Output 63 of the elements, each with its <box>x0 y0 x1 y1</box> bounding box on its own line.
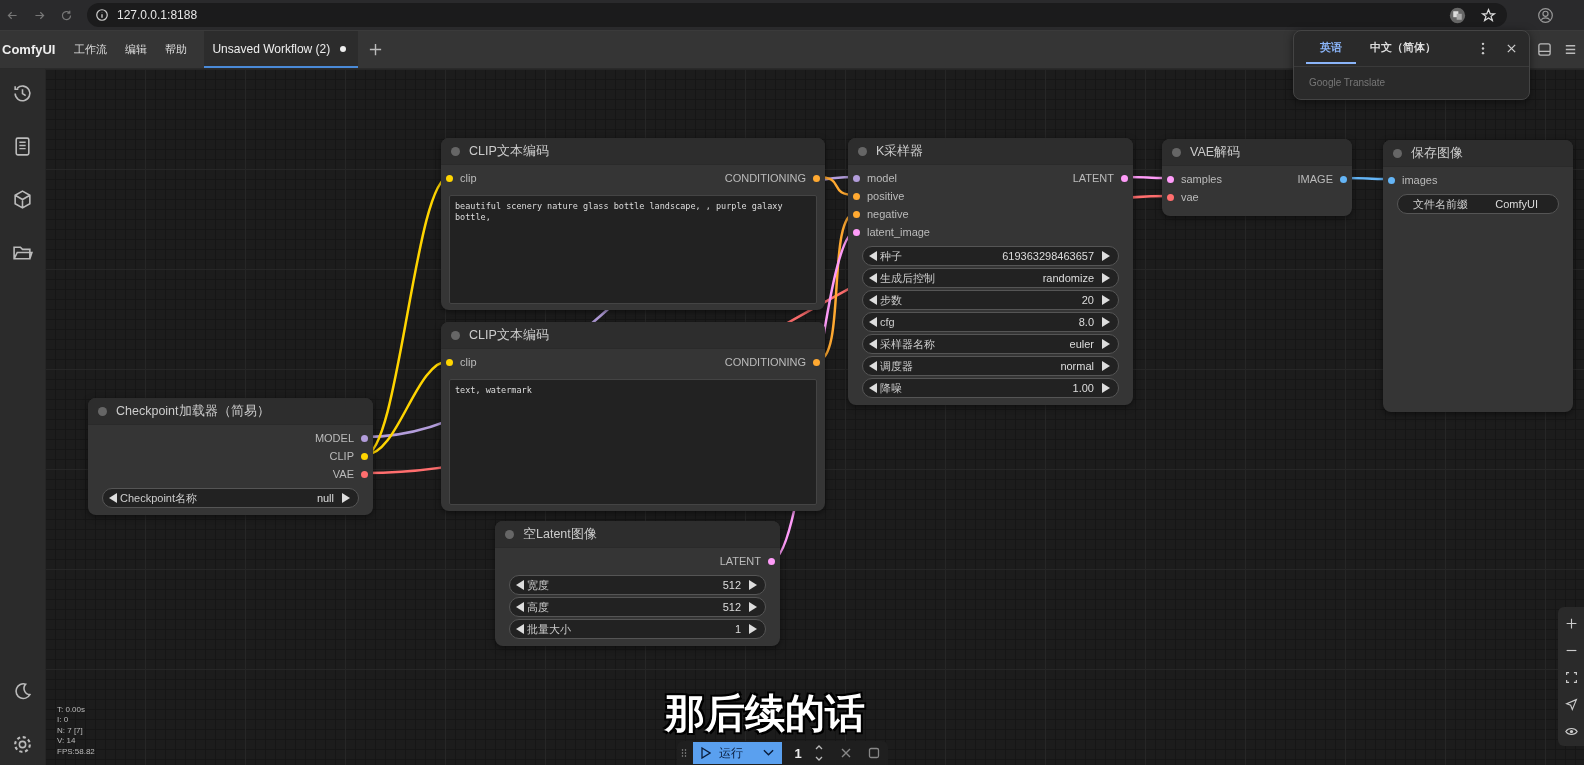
node-card[interactable]: CLIP文本编码 clip CONDITIONING beautiful scenery nature glass bottle landscape, , purple galaxy bottle, <box>441 138 825 310</box>
popup-footer-text: Google Translate <box>1308 76 1387 90</box>
node-title: 保存图像 <box>1411 144 1463 162</box>
prompt-field[interactable]: text, watermark <box>449 379 817 505</box>
menu-item[interactable]: 帮助 <box>156 42 197 57</box>
number-widget[interactable]: 种子 619363298463657 <box>862 246 1119 266</box>
slot-label: vae <box>1181 191 1199 203</box>
menu-item[interactable]: 编辑 <box>116 42 157 57</box>
combo-widget[interactable]: Checkpoint名称 null <box>102 488 359 508</box>
stats-text: T: 0.00s <box>57 704 86 715</box>
language-tab[interactable]: 中文（简体） <box>1356 33 1450 64</box>
slot-label: negative <box>867 208 909 220</box>
slot-label: VAE <box>332 468 354 480</box>
number-widget[interactable]: 宽度 512 <box>509 575 766 595</box>
combo-widget[interactable]: 生成后控制 randomize <box>862 268 1119 288</box>
node-card[interactable]: 保存图像 images 文件名前缀 ComfyUI <box>1383 140 1573 412</box>
combo-widget[interactable]: 采样器名称 euler <box>862 334 1119 354</box>
node-card[interactable]: Checkpoint加载器（简易） MODEL CLIP VAE Checkpoint名称 null <box>88 398 373 515</box>
node-card[interactable]: 空Latent图像 LATENT 宽度 512 高度 512 批量大小 1 <box>495 521 780 646</box>
node-card[interactable]: VAE解码 samples IMAGE vae <box>1162 139 1352 216</box>
node-title: 空Latent图像 <box>523 525 597 543</box>
url-text: 127.0.0.1:8188 <box>117 8 198 22</box>
workflow-tab[interactable]: Unsaved Workflow (2) <box>204 31 359 68</box>
slot-label: positive <box>867 190 905 202</box>
slot-label: clip <box>460 356 477 368</box>
number-widget[interactable]: cfg 8.0 <box>862 312 1119 332</box>
slot-label: LATENT <box>719 555 761 567</box>
node-card[interactable]: CLIP文本编码 clip CONDITIONING text, watermark <box>441 322 825 511</box>
slot-label: LATENT <box>1072 172 1114 184</box>
number-widget[interactable]: 批量大小 1 <box>509 619 766 639</box>
stats-text: V: 14 <box>57 736 77 747</box>
node-title: VAE解码 <box>1190 143 1241 161</box>
stats-text: I: 0 <box>57 715 70 726</box>
prompt-field[interactable]: beautiful scenery nature glass bottle landscape, , purple galaxy bottle, <box>449 195 817 304</box>
slot-label: CONDITIONING <box>724 172 806 184</box>
batch-count-field[interactable]: 1 <box>788 745 808 761</box>
slot-label: clip <box>460 172 477 184</box>
stats-text: FPS:58.82 <box>57 746 95 757</box>
slot-label: IMAGE <box>1297 173 1333 185</box>
node-title: Checkpoint加载器（简易） <box>116 402 270 420</box>
slot-label: latent_image <box>867 226 930 238</box>
slot-label: samples <box>1181 173 1222 185</box>
number-widget[interactable]: 步数 20 <box>862 290 1119 310</box>
slot-label: images <box>1402 174 1438 186</box>
node-card[interactable]: K采样器 model LATENT positive negative latent_image 种子 619363298463657 生成后控制 randomize 步数 20 cfg 8.0 采样器名称 euler 调度器 normal 降噪 1.00 <box>848 138 1133 405</box>
node-title: CLIP文本编码 <box>469 142 549 160</box>
number-widget[interactable]: 高度 512 <box>509 597 766 617</box>
text-widget[interactable]: 文件名前缀 ComfyUI <box>1397 194 1559 214</box>
node-title: CLIP文本编码 <box>469 326 549 344</box>
subtitle-caption: 那后续的话 <box>665 691 865 735</box>
node-title: K采样器 <box>876 142 924 160</box>
combo-widget[interactable]: 调度器 normal <box>862 356 1119 376</box>
app-logo: ComfyUI <box>2 42 56 57</box>
stats-text: N: 7 [7] <box>57 725 84 736</box>
slot-label: MODEL <box>314 432 354 444</box>
slot-label: model <box>867 172 897 184</box>
run-button[interactable]: 运行 <box>693 742 782 764</box>
slot-label: CONDITIONING <box>724 356 806 368</box>
address-bar[interactable]: 127.0.0.1:8188 <box>87 3 1507 27</box>
number-widget[interactable]: 降噪 1.00 <box>862 378 1119 398</box>
language-tab[interactable]: 英语 <box>1306 33 1356 64</box>
menu-item[interactable]: 工作流 <box>65 42 117 57</box>
slot-label: CLIP <box>329 450 354 462</box>
